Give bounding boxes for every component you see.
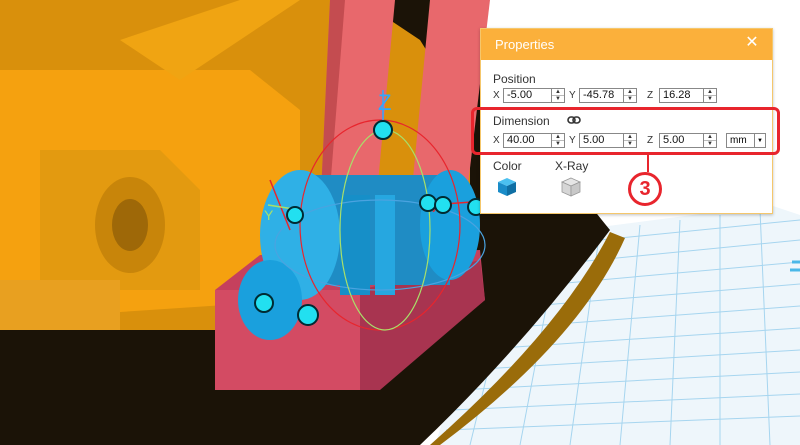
decrement-icon[interactable]: ▼ bbox=[552, 95, 564, 102]
gizmo-handle-bottom-left[interactable] bbox=[254, 293, 274, 313]
gizmo-handle-top[interactable] bbox=[373, 120, 393, 140]
cube-icon[interactable] bbox=[497, 177, 517, 197]
gizmo-handle-right-2[interactable] bbox=[434, 196, 452, 214]
gizmo-handle-left[interactable] bbox=[286, 206, 304, 224]
dimension-highlight-box bbox=[471, 107, 780, 155]
step-callout: 3 bbox=[628, 172, 662, 206]
color-label: Color bbox=[493, 159, 522, 173]
xray-label: X-Ray bbox=[555, 159, 589, 173]
decrement-icon[interactable]: ▼ bbox=[624, 95, 636, 102]
axis-label-y: Y bbox=[264, 207, 274, 223]
close-icon[interactable]: ✕ bbox=[744, 35, 760, 51]
panel-title: Properties bbox=[495, 37, 555, 52]
gizmo-handle-right[interactable] bbox=[419, 194, 437, 212]
panel-header: Properties ✕ bbox=[481, 29, 772, 60]
position-y-label: Y bbox=[569, 90, 576, 101]
position-x-field[interactable]: -5.00 ▲ ▼ bbox=[503, 88, 565, 103]
axis-label-z: Z bbox=[378, 90, 391, 115]
decrement-icon[interactable]: ▼ bbox=[704, 95, 716, 102]
xray-cube-icon[interactable] bbox=[561, 177, 581, 197]
position-x-label: X bbox=[493, 90, 500, 101]
position-z-label: Z bbox=[647, 90, 654, 101]
position-label: Position bbox=[493, 72, 536, 86]
callout-connector bbox=[647, 155, 649, 172]
position-y-field[interactable]: -45.78 ▲ ▼ bbox=[579, 88, 637, 103]
position-z-field[interactable]: 16.28 ▲ ▼ bbox=[659, 88, 717, 103]
gizmo-handle-bottom[interactable] bbox=[297, 304, 319, 326]
